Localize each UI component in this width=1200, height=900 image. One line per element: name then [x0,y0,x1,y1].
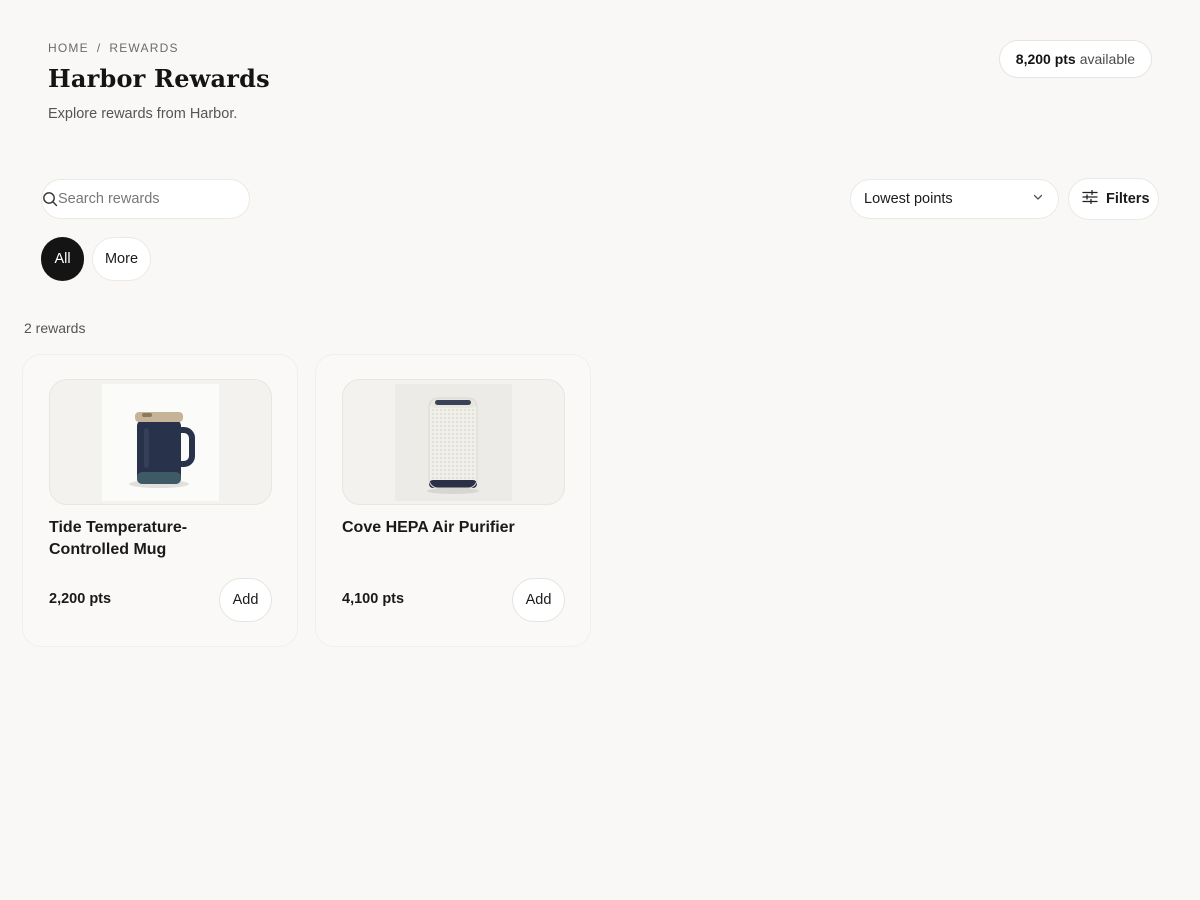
page-title: Harbor Rewards [48,64,270,93]
breadcrumb-home[interactable]: HOME [48,41,89,55]
sort-select[interactable]: Lowest points [850,179,1059,219]
chevron-down-icon [1032,191,1044,207]
result-count: 2 rewards [24,320,86,336]
reward-title[interactable]: Tide Temperature-Controlled Mug [49,517,249,561]
rewards-page: HOME / REWARDS Harbor Rewards Explore re… [0,0,1200,900]
reward-image-frame [342,379,565,505]
reward-card[interactable]: Cove HEPA Air Purifier 4,100 pts Add [316,355,590,646]
reward-title[interactable]: Cove HEPA Air Purifier [342,517,542,539]
page-subtitle: Explore rewards from Harbor. [48,106,238,122]
sort-selected-label: Lowest points [864,191,953,207]
filter-chip-all[interactable]: All [41,237,84,281]
filter-chip-more[interactable]: More [92,237,151,281]
reward-points: 2,200 pts [49,591,112,607]
search-icon [42,179,58,219]
breadcrumb-current: REWARDS [109,41,179,55]
filters-button-label: Filters [1106,191,1150,207]
add-button[interactable]: Add [512,578,565,622]
sliders-icon [1082,189,1098,208]
points-balance-value: 8,200 pts [1015,51,1076,67]
add-button[interactable]: Add [219,578,272,622]
breadcrumb-separator: / [96,41,102,55]
mug-photo [102,383,219,501]
reward-card[interactable]: Tide Temperature-Controlled Mug 2,200 pt… [23,355,297,646]
search-box[interactable] [41,179,257,219]
points-balance-badge: 8,200 pts available [998,40,1152,78]
search-input[interactable] [58,180,257,218]
air-purifier-photo [395,383,512,501]
breadcrumb: HOME / REWARDS [48,41,179,55]
points-balance-suffix: available [1079,51,1135,67]
reward-image-frame [49,379,272,505]
reward-points: 4,100 pts [342,591,405,607]
filters-button[interactable]: Filters [1068,178,1159,220]
